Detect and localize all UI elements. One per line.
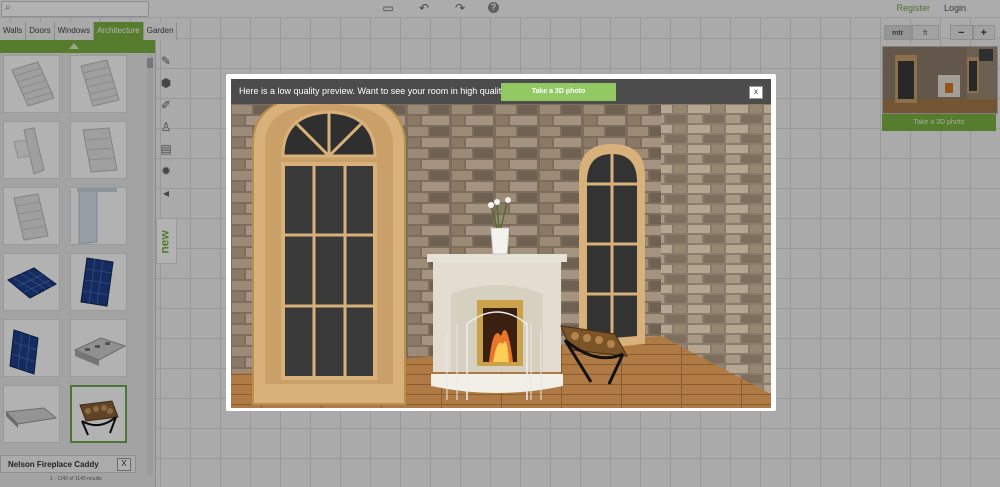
modal-take-3d-photo-button[interactable]: Take a 3D photo (501, 83, 616, 101)
preview-modal: Here is a low quality preview. Want to s… (226, 74, 776, 411)
modal-header: Here is a low quality preview. Want to s… (231, 79, 771, 104)
modal-close-button[interactable]: x (749, 86, 763, 99)
room-render-image (231, 104, 771, 408)
modal-message: Here is a low quality preview. Want to s… (239, 86, 511, 96)
room-render-preview (231, 104, 771, 408)
